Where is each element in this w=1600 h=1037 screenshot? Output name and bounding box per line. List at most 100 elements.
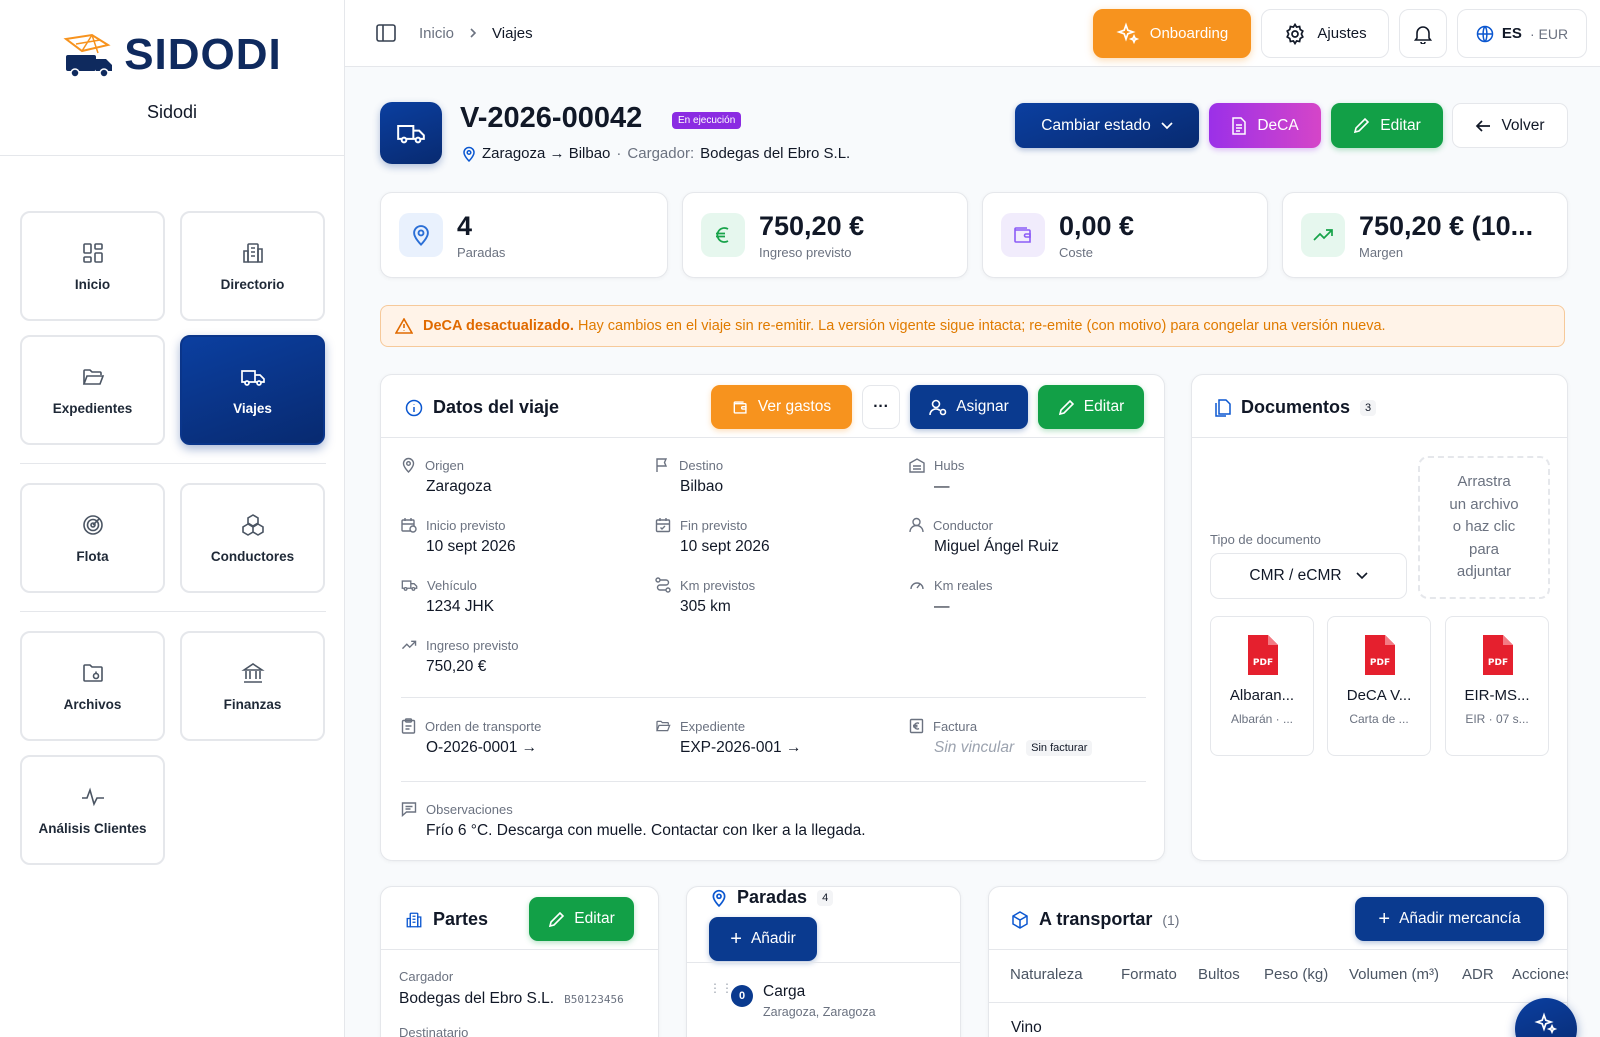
gauge-icon — [909, 577, 925, 593]
truck-icon — [240, 365, 266, 389]
stat-label: Paradas — [457, 244, 506, 260]
document-type-label: Tipo de documento — [1210, 532, 1321, 547]
divider — [1192, 437, 1567, 438]
wallet-icon — [1001, 213, 1045, 257]
document-description: EIR · 07 s... — [1465, 712, 1529, 726]
shipper-name: Bodegas del Ebro S.L. — [399, 990, 555, 1007]
notifications-button[interactable] — [1399, 9, 1447, 58]
divider — [687, 962, 960, 963]
add-goods-button[interactable]: + Añadir mercancía — [1355, 897, 1544, 941]
stat-card-income: 750,20 € Ingreso previsto — [682, 192, 968, 278]
card-header: A transportar (1) — [1011, 909, 1179, 930]
add-stop-button[interactable]: + Añadir — [709, 917, 817, 961]
document-item[interactable]: PDF EIR-MS... EIR · 07 s... — [1445, 616, 1549, 756]
settings-button[interactable]: Ajustes — [1261, 9, 1389, 58]
file-dropzone[interactable]: Arrastra un archivo o haz clic para adju… — [1418, 456, 1550, 599]
edit-label: Editar — [574, 910, 615, 927]
bank-icon — [240, 661, 265, 685]
column-header[interactable]: Naturaleza — [1010, 966, 1083, 983]
stop-index-badge: 0 — [731, 985, 753, 1007]
column-header[interactable]: Bultos — [1198, 966, 1240, 983]
nav-tile-label: Conductores — [210, 548, 295, 564]
view-expenses-button[interactable]: Ver gastos — [711, 385, 852, 429]
user-assign-icon — [929, 399, 947, 416]
column-header[interactable]: Acciones — [1512, 966, 1568, 983]
field-label: Orden de transporte — [425, 718, 542, 734]
nav-tile-analisis-clientes[interactable]: Análisis Clientes — [20, 755, 165, 865]
document-description: Carta de ... — [1349, 712, 1409, 726]
nav-tile-finanzas[interactable]: Finanzas — [180, 631, 325, 741]
files-icon — [1214, 398, 1231, 417]
nav-tile-conductores[interactable]: Conductores — [180, 483, 325, 593]
nav-tile-expedientes[interactable]: Expedientes — [20, 335, 165, 445]
nav-tile-viajes[interactable]: Viajes — [180, 335, 325, 445]
truck-icon — [401, 577, 418, 593]
organization-name: Sidodi — [146, 102, 198, 122]
language-currency-button[interactable]: ES · EUR — [1457, 9, 1587, 58]
breadcrumb-home[interactable]: Inicio — [419, 25, 454, 42]
nav-tile-inicio[interactable]: Inicio — [20, 211, 165, 321]
onboarding-button[interactable]: Onboarding — [1093, 9, 1251, 58]
column-header[interactable]: ADR — [1462, 966, 1494, 983]
deca-button[interactable]: DeCA — [1209, 103, 1321, 148]
field-label: Hubs — [934, 457, 965, 473]
dropzone-line: o haz clic — [1452, 518, 1516, 536]
column-header[interactable]: Peso (kg) — [1264, 966, 1328, 983]
field-destination: Destino Bilbao — [655, 457, 723, 496]
building-icon — [241, 241, 265, 265]
field-vehicle: Vehículo 1234 JHK — [401, 577, 494, 616]
target-icon — [81, 513, 105, 537]
nav-tile-label: Flota — [76, 548, 109, 564]
edit-parties-button[interactable]: Editar — [529, 897, 634, 941]
field-actual-km: Km reales — — [909, 577, 993, 616]
field-value: 1234 JHK — [426, 598, 495, 615]
edit-trip-button[interactable]: Editar — [1331, 103, 1443, 148]
more-options-button[interactable]: ··· — [862, 385, 900, 429]
edit-label: Editar — [1083, 398, 1125, 415]
shipper-label: Cargador: — [627, 145, 695, 162]
column-header[interactable]: Volumen (m³) — [1349, 966, 1439, 983]
nav-tile-label: Finanzas — [223, 696, 282, 712]
field-value: Frío 6 °C. Descarga con muelle. Contacta… — [426, 822, 866, 839]
parties-card: Partes Editar Cargador Bodegas del Ebro … — [380, 886, 659, 1037]
stat-card-margin: 750,20 € (10... Margen — [1282, 192, 1568, 278]
nav-tile-label: Inicio — [74, 276, 111, 292]
route-icon — [655, 577, 671, 593]
change-state-button[interactable]: Cambiar estado — [1015, 103, 1199, 148]
field-label: Ingreso previsto — [426, 637, 519, 653]
document-item[interactable]: PDF DeCA V... Carta de ... — [1327, 616, 1431, 756]
consignee-label: Destinatario — [399, 1025, 469, 1037]
sidebar-toggle-icon[interactable] — [375, 22, 397, 44]
clipboard-icon — [401, 718, 416, 734]
bell-icon — [1414, 24, 1432, 44]
drag-handle-icon[interactable]: ⋮⋮ — [709, 982, 733, 994]
view-expenses-label: Ver gastos — [757, 398, 832, 415]
back-button[interactable]: Volver — [1452, 103, 1568, 148]
file-link[interactable]: EXP-2026-001 → — [680, 739, 802, 757]
document-item[interactable]: PDF Albaran... Albarán · ... — [1210, 616, 1314, 756]
dropzone-line: para — [1468, 540, 1500, 558]
document-name: DeCA V... — [1346, 687, 1412, 704]
field-label: Origen — [425, 457, 465, 473]
transport-order-link[interactable]: O-2026-0001 → — [426, 739, 541, 757]
divider — [381, 949, 658, 950]
card-title: Datos del viaje — [433, 397, 560, 417]
nav-tile-flota[interactable]: Flota — [20, 483, 165, 593]
nav-divider — [20, 611, 326, 612]
sparkle-icon — [1116, 21, 1140, 46]
map-pin-icon — [401, 457, 416, 473]
documents-count: 3 — [1360, 399, 1377, 416]
edit-details-button[interactable]: Editar — [1038, 385, 1144, 429]
nav-tile-archivos[interactable]: Archivos — [20, 631, 165, 741]
chevron-down-icon — [1161, 121, 1173, 130]
nav-tile-directorio[interactable]: Directorio — [180, 211, 325, 321]
document-type-select[interactable]: CMR / eCMR — [1210, 553, 1407, 599]
topbar: Inicio Viajes Onboarding Ajustes ES · EU… — [345, 0, 1600, 67]
user-icon — [909, 517, 924, 533]
map-pin-icon — [711, 889, 727, 907]
document-name: EIR-MS... — [1464, 687, 1530, 704]
column-header[interactable]: Formato — [1121, 966, 1177, 983]
pencil-icon — [1353, 117, 1370, 134]
assign-button[interactable]: Asignar — [910, 385, 1028, 429]
logo[interactable]: SIDODI — [62, 30, 282, 80]
